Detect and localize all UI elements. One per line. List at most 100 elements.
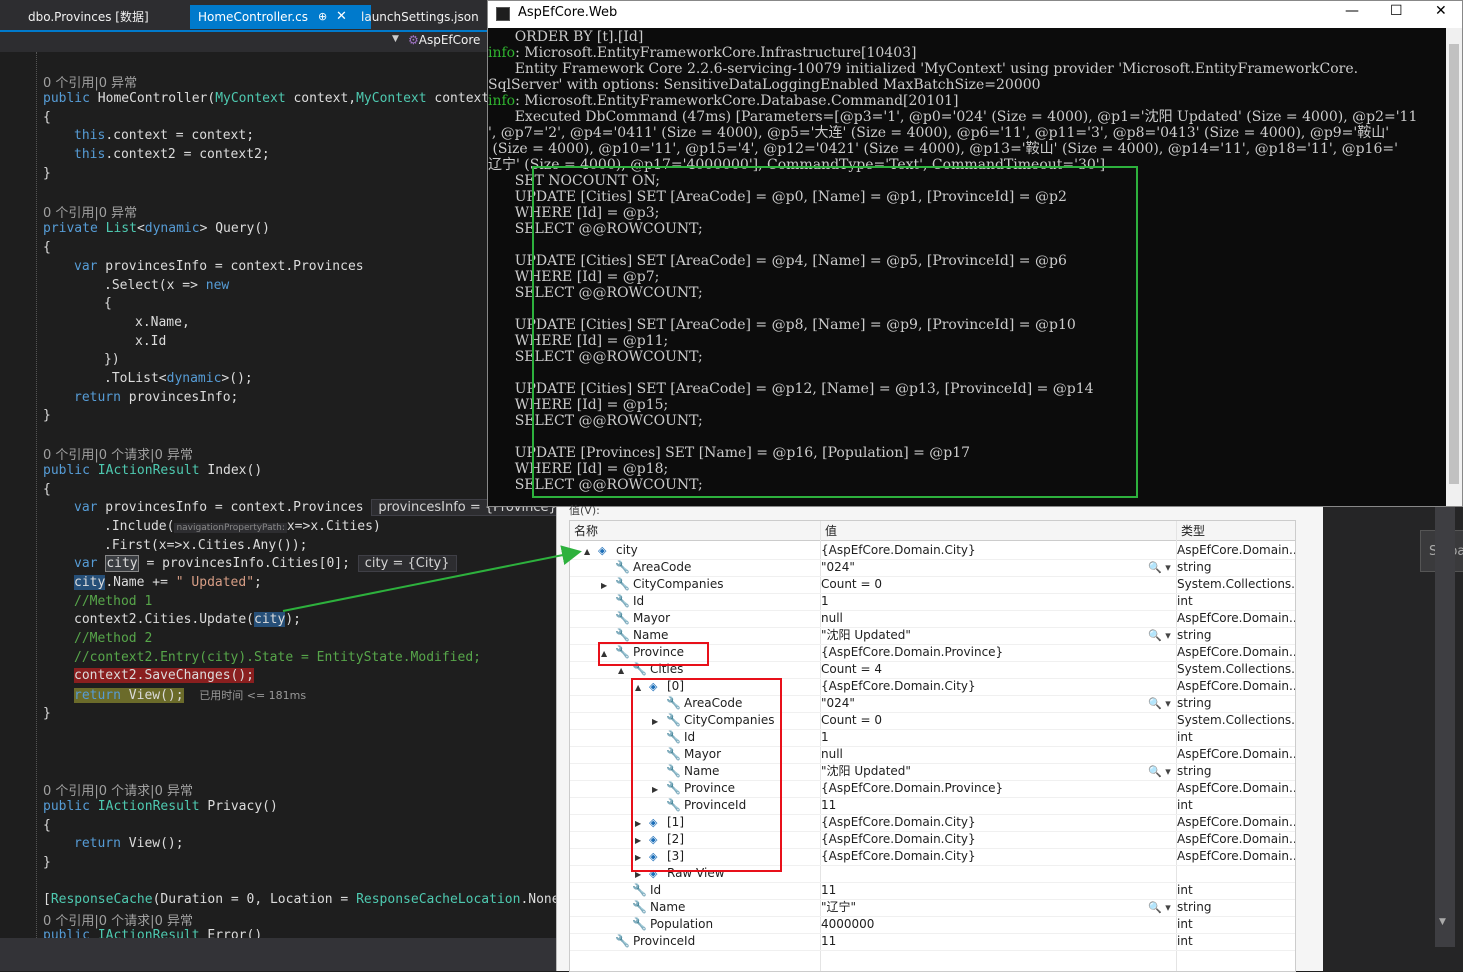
expand-arrow-icon[interactable]: ▶ xyxy=(601,577,607,594)
tab-label: HomeController.cs xyxy=(198,10,309,24)
text-visualizer-icon[interactable]: 🔍 ▾ xyxy=(1148,763,1171,780)
text-visualizer-icon[interactable]: 🔍 ▾ xyxy=(1148,695,1171,712)
watch-row-type: string xyxy=(1177,560,1212,574)
tab-launchsettings[interactable]: launchSettings.json xyxy=(353,5,487,29)
watch-row-value[interactable]: 11 xyxy=(821,933,836,950)
property-wrench-icon: 🔧 xyxy=(615,934,630,948)
text-visualizer-icon[interactable]: 🔍 ▾ xyxy=(1148,899,1171,916)
watch-row-value[interactable]: {AspEfCore.Domain.City} xyxy=(821,814,976,831)
watch-window[interactable]: 值(V): 名称 值 类型 ▲ ◈ city {AspEfCore.Domain.Ci… xyxy=(556,504,1324,972)
watch-row-value[interactable]: 4000000 xyxy=(821,916,874,933)
chevron-down-icon[interactable]: ▼ xyxy=(1439,917,1446,927)
watch-row[interactable]: 🔧 Population 4000000 int xyxy=(570,916,1295,934)
watch-row-value[interactable]: {AspEfCore.Domain.City} xyxy=(821,831,976,848)
code-line: this.context = context; xyxy=(74,128,255,143)
text-visualizer-icon[interactable]: 🔍 ▾ xyxy=(1148,627,1171,644)
watch-row-name: Population xyxy=(650,917,714,931)
watch-row-value[interactable]: Count = 0 xyxy=(821,712,882,729)
watch-row-value[interactable]: {AspEfCore.Domain.City} xyxy=(821,848,976,865)
codelens[interactable]: 0 个引用|0 异常 xyxy=(43,72,137,91)
watch-row-value[interactable]: 11 xyxy=(821,882,836,899)
watch-row[interactable]: 🔧 Id 11 int xyxy=(570,882,1295,900)
column-header-type[interactable]: 类型 xyxy=(1177,521,1295,541)
codelens[interactable]: 0 个引用|0 个请求|0 异常 xyxy=(43,910,193,929)
watch-row-type: AspEfCore.Domain.... xyxy=(1177,815,1295,829)
code-line: } xyxy=(43,706,51,721)
watch-row-name: Id xyxy=(633,594,645,608)
property-wrench-icon: 🔧 xyxy=(632,917,647,931)
watch-row-value[interactable]: "辽宁" xyxy=(821,899,856,916)
watch-row-value[interactable]: {AspEfCore.Domain.City} xyxy=(821,678,976,695)
watch-row-name: Mayor xyxy=(633,611,671,625)
code-line: .Include(navigationPropertyPath: x=>x.Cit… xyxy=(104,519,381,534)
code-line: }) xyxy=(104,352,120,367)
code-line: } xyxy=(43,408,51,423)
cities-annotation-box xyxy=(631,678,782,872)
column-header-name[interactable]: 名称 xyxy=(570,521,821,541)
watch-row-type: int xyxy=(1177,917,1193,931)
side-scrollbar[interactable] xyxy=(1435,507,1455,947)
current-statement-line[interactable]: return View(); 已用时间 <= 181ms xyxy=(74,687,306,703)
watch-row-type: AspEfCore.Domain.... xyxy=(1177,832,1295,846)
code-line: { xyxy=(43,240,51,255)
watch-row-value[interactable]: "沈阳 Updated" xyxy=(821,763,911,780)
sql-highlight-box xyxy=(532,166,1138,498)
watch-row-value[interactable]: 1 xyxy=(821,593,829,610)
code-line: .ToList<dynamic>(); xyxy=(104,371,253,386)
codelens[interactable]: 0 个引用|0 个请求|0 异常 xyxy=(43,780,193,799)
code-line: .Select(x => new xyxy=(104,278,230,293)
property-wrench-icon: 🔧 xyxy=(615,594,630,608)
watch-row-value[interactable]: null xyxy=(821,746,843,763)
chevron-down-icon[interactable]: ▼ xyxy=(392,34,399,44)
watch-row-type: int xyxy=(1177,730,1193,744)
watch-row-value[interactable]: {AspEfCore.Domain.Province} xyxy=(821,780,1003,797)
scrollbar-thumb[interactable] xyxy=(1449,44,1459,484)
property-wrench-icon: 🔧 xyxy=(615,577,630,591)
project-label: AspEfCore xyxy=(418,33,481,47)
watch-row[interactable]: 🔧 ProvinceId 11 int xyxy=(570,933,1295,951)
console-title-bar[interactable]: AspEfCore.Web — ☐ ✕ xyxy=(488,1,1462,28)
watch-row[interactable]: ▲ ◈ city {AspEfCore.Domain.City} AspEfCore.D… xyxy=(570,542,1295,560)
code-comment: //Method 2 xyxy=(74,631,153,646)
watch-row-value[interactable]: {AspEfCore.Domain.Province} xyxy=(821,644,1003,661)
code-line: } xyxy=(43,166,51,181)
code-line: { xyxy=(43,818,51,833)
code-editor[interactable]: 0 个引用|0 异常 public HomeController(MyConte… xyxy=(0,52,556,940)
parameter-hint: navigationPropertyPath: xyxy=(174,523,287,533)
minimize-icon[interactable]: — xyxy=(1345,3,1359,19)
watch-row-value[interactable]: "024" xyxy=(821,559,855,576)
watch-row-value[interactable]: null xyxy=(821,610,843,627)
datatip-city[interactable]: city = {City} xyxy=(357,555,457,572)
pin-icon[interactable]: ⊕ xyxy=(318,5,327,29)
watch-value-label: 值(V): xyxy=(569,504,600,517)
watch-row[interactable]: 🔧 Mayor null AspEfCore.Domain.... xyxy=(570,610,1295,628)
watch-row[interactable]: 🔧 AreaCode "024" 🔍 ▾ string xyxy=(570,559,1295,577)
watch-row[interactable]: ▶ 🔧 CityCompanies Count = 0 System.Collectio… xyxy=(570,576,1295,594)
codelens[interactable]: 0 个引用|0 异常 xyxy=(43,202,137,221)
watch-row-value[interactable]: "沈阳 Updated" xyxy=(821,627,911,644)
project-dropdown[interactable]: ⚙AspEfCore xyxy=(408,33,480,47)
city-variable-highlight[interactable]: city xyxy=(105,555,139,572)
column-header-value[interactable]: 值 xyxy=(821,521,1177,541)
text-visualizer-icon[interactable]: 🔍 ▾ xyxy=(1148,559,1171,576)
watch-row-type: int xyxy=(1177,594,1193,608)
collapse-arrow-icon[interactable]: ▲ xyxy=(584,543,590,560)
tab-homecontroller[interactable]: HomeController.cs ⊕ ✕ xyxy=(190,5,371,29)
breakpoint-line[interactable]: context2.SaveChanges(); xyxy=(74,668,255,683)
watch-row[interactable]: 🔧 Name "辽宁" 🔍 ▾ string xyxy=(570,899,1295,917)
watch-row-value[interactable]: {AspEfCore.Domain.City} xyxy=(821,542,976,559)
close-icon[interactable]: ✕ xyxy=(336,5,347,29)
close-icon[interactable]: ✕ xyxy=(1435,3,1447,19)
watch-row-value[interactable]: Count = 0 xyxy=(821,576,882,593)
maximize-icon[interactable]: ☐ xyxy=(1390,3,1403,19)
property-wrench-icon: 🔧 xyxy=(615,611,630,625)
watch-row-value[interactable]: "024" xyxy=(821,695,855,712)
watch-row[interactable]: 🔧 Id 1 int xyxy=(570,593,1295,611)
console-scrollbar[interactable] xyxy=(1446,28,1462,506)
watch-row-value[interactable]: 1 xyxy=(821,729,829,746)
watch-row-value[interactable]: Count = 4 xyxy=(821,661,882,678)
watch-row-value[interactable]: 11 xyxy=(821,797,836,814)
watch-row-type: AspEfCore.Domain.... xyxy=(1177,679,1295,693)
codelens[interactable]: 0 个引用|0 个请求|0 异常 xyxy=(43,444,193,463)
tab-provinces-data[interactable]: dbo.Provinces [数据] xyxy=(20,5,157,29)
